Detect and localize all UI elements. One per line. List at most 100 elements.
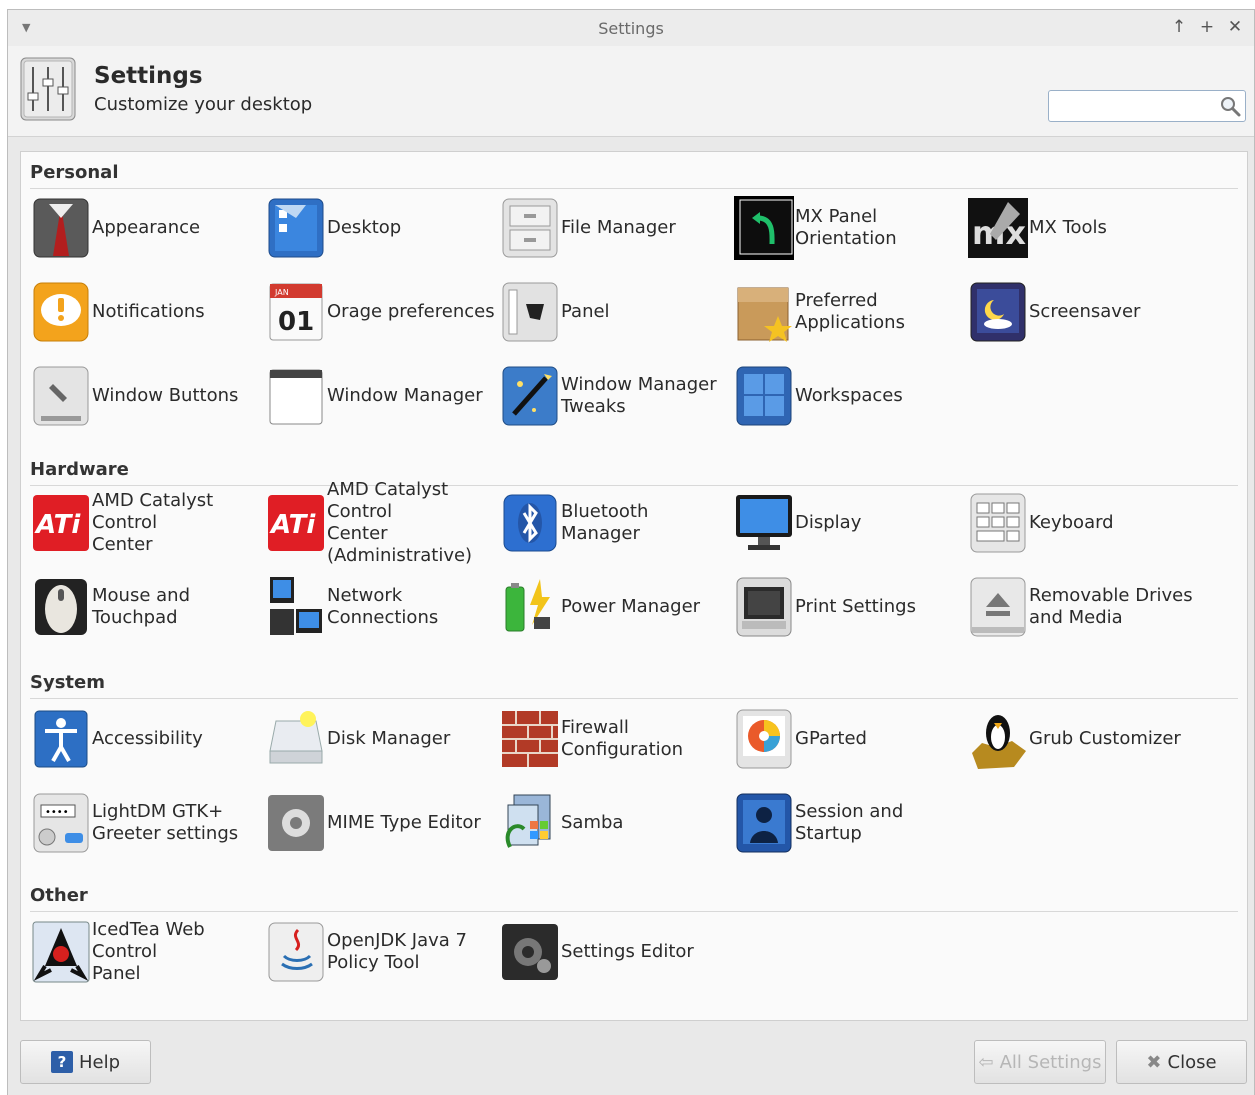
section-divider: [30, 698, 1238, 699]
settings-item-workspaces[interactable]: Workspaces: [733, 358, 965, 434]
settings-item-ati[interactable]: ATi AMD Catalyst Control Center: [30, 485, 262, 561]
section-title-other: Other: [30, 885, 88, 906]
help-button[interactable]: ? Help: [20, 1040, 151, 1084]
settings-item-gparted[interactable]: GParted: [733, 701, 965, 777]
settings-item-panel[interactable]: Panel: [499, 274, 731, 350]
settings-item-screensaver[interactable]: Screensaver: [967, 274, 1199, 350]
search-input[interactable]: [1053, 94, 1217, 120]
maximize-icon[interactable]: +: [1196, 16, 1218, 38]
settings-item-removable-drives[interactable]: Removable Drives and Media: [967, 569, 1199, 645]
settings-item-power-manager[interactable]: Power Manager: [499, 569, 731, 645]
session-startup-icon: [733, 790, 795, 856]
settings-item-label: Power Manager: [561, 596, 701, 617]
settings-item-accessibility[interactable]: Accessibility: [30, 701, 262, 777]
section-title-personal: Personal: [30, 162, 119, 183]
section-title-system: System: [30, 672, 105, 693]
page-subtitle: Customize your desktop: [94, 94, 313, 115]
samba-icon: [499, 790, 561, 856]
settings-item-label: LightDM GTK+ Greeter settings: [92, 801, 239, 844]
settings-item-firewall[interactable]: Firewall Configuration: [499, 701, 731, 777]
settings-item-window-buttons[interactable]: Window Buttons: [30, 358, 262, 434]
printer-icon: [733, 574, 795, 640]
settings-item-mouse[interactable]: Mouse and Touchpad: [30, 569, 262, 645]
settings-item-printer[interactable]: Print Settings: [733, 569, 965, 645]
settings-item-network[interactable]: Network Connections: [265, 569, 497, 645]
settings-item-label: Notifications: [92, 301, 205, 322]
notifications-icon: [30, 279, 92, 345]
settings-item-label: MIME Type Editor: [327, 812, 481, 833]
mime-editor-icon: [265, 790, 327, 856]
settings-item-label: AMD Catalyst Control Center (Administrat…: [327, 479, 473, 566]
settings-item-preferred-applications[interactable]: Preferred Applications: [733, 274, 965, 350]
settings-item-label: Print Settings: [795, 596, 916, 617]
help-label: Help: [78, 1051, 121, 1073]
settings-item-keyboard[interactable]: Keyboard: [967, 485, 1199, 561]
settings-item-icedtea[interactable]: IcedTea Web Control Panel: [30, 914, 262, 990]
settings-item-display[interactable]: Display: [733, 485, 965, 561]
settings-item-label: Desktop: [327, 217, 402, 238]
settings-item-label: Window Manager Tweaks: [561, 374, 717, 417]
settings-item-window-manager-tweaks[interactable]: Window Manager Tweaks: [499, 358, 731, 434]
window-manager-icon: [265, 363, 327, 429]
window-title: Settings: [598, 19, 664, 38]
svg-text:••••: ••••: [45, 807, 69, 818]
ati-icon: ATi: [30, 490, 92, 556]
settings-item-label: Session and Startup: [795, 801, 904, 844]
settings-header: Settings Customize your desktop: [8, 46, 1254, 137]
settings-item-desktop[interactable]: Desktop: [265, 190, 497, 266]
keyboard-icon: [967, 490, 1029, 556]
settings-item-settings-editor[interactable]: Settings Editor: [499, 914, 731, 990]
settings-item-ati-admin[interactable]: ATi AMD Catalyst Control Center (Administ…: [265, 479, 497, 566]
preferred-applications-icon: [733, 279, 795, 345]
settings-item-notifications[interactable]: Notifications: [30, 274, 262, 350]
settings-panel: Personal Appearance Desktop File Manager MX …: [20, 151, 1248, 1021]
settings-item-label: MX Panel Orientation: [795, 206, 897, 249]
settings-item-java[interactable]: OpenJDK Java 7 Policy Tool: [265, 914, 497, 990]
window-buttons-icon: [30, 363, 92, 429]
svg-text:ATi: ATi: [34, 510, 81, 540]
icedtea-icon: [30, 919, 92, 985]
settings-item-label: File Manager: [561, 217, 676, 238]
file-manager-icon: [499, 195, 561, 261]
settings-item-mime-editor[interactable]: MIME Type Editor: [265, 785, 497, 861]
settings-item-grub-customizer[interactable]: Grub Customizer: [967, 701, 1199, 777]
settings-item-mx-panel-orientation[interactable]: MX Panel Orientation: [733, 190, 965, 266]
settings-item-mx-tools[interactable]: mxMX Tools: [967, 190, 1199, 266]
settings-item-label: Window Manager: [327, 385, 483, 406]
disk-manager-icon: [265, 706, 327, 772]
bluetooth-icon: [499, 490, 561, 556]
settings-window: ▼ Settings ↑ + ✕ Settings Customize your…: [7, 9, 1255, 1095]
workspaces-icon: [733, 363, 795, 429]
section-divider: [30, 911, 1238, 912]
settings-item-label: Removable Drives and Media: [1029, 585, 1193, 628]
appearance-icon: [30, 195, 92, 261]
settings-item-calendar[interactable]: JAN 01 Orage preferences: [265, 274, 497, 350]
settings-item-bluetooth[interactable]: Bluetooth Manager: [499, 485, 731, 561]
page-title: Settings: [94, 63, 203, 89]
settings-item-appearance[interactable]: Appearance: [30, 190, 262, 266]
search-icon: [1221, 97, 1241, 117]
panel-icon: [499, 279, 561, 345]
close-label: Close: [1167, 1051, 1217, 1073]
settings-item-label: AMD Catalyst Control Center: [92, 490, 214, 555]
close-button[interactable]: ✖ Close: [1116, 1040, 1247, 1084]
back-arrow-icon: ⇦: [978, 1051, 994, 1073]
mx-panel-orientation-icon: [733, 195, 795, 261]
gparted-icon: [733, 706, 795, 772]
settings-item-session-startup[interactable]: Session and Startup: [733, 785, 965, 861]
settings-item-samba[interactable]: Samba: [499, 785, 731, 861]
settings-item-label: Bluetooth Manager: [561, 501, 649, 544]
all-settings-button[interactable]: ⇦ All Settings: [974, 1040, 1106, 1084]
removable-drives-icon: [967, 574, 1029, 640]
settings-item-label: Preferred Applications: [795, 290, 905, 333]
keep-above-icon[interactable]: ↑: [1168, 16, 1190, 38]
settings-item-label: Disk Manager: [327, 728, 451, 749]
settings-item-file-manager[interactable]: File Manager: [499, 190, 731, 266]
settings-item-lightdm[interactable]: •••• LightDM GTK+ Greeter settings: [30, 785, 262, 861]
settings-item-window-manager[interactable]: Window Manager: [265, 358, 497, 434]
close-icon[interactable]: ✕: [1224, 16, 1246, 38]
grub-customizer-icon: [967, 706, 1029, 772]
settings-item-label: Orage preferences: [327, 301, 495, 322]
search-field[interactable]: [1048, 90, 1246, 122]
settings-item-disk-manager[interactable]: Disk Manager: [265, 701, 497, 777]
